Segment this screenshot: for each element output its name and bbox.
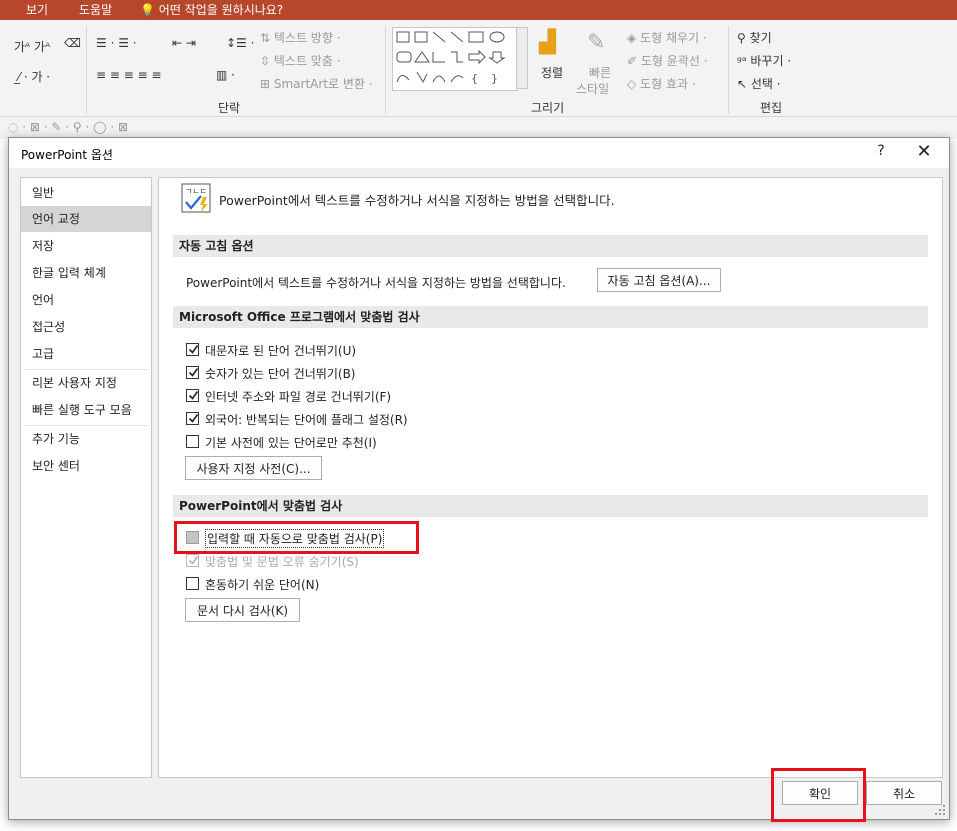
replace-button[interactable]: ᵍᵃ 바꾸기 · <box>737 52 791 69</box>
ribbon-separator <box>728 26 729 114</box>
nav-item-customize-ribbon[interactable]: 리본 사용자 지정 <box>21 370 151 396</box>
checkbox[interactable] <box>186 366 199 379</box>
shapes-icon: {} <box>396 31 506 85</box>
autocorrect-desc: PowerPoint에서 텍스트를 수정하거나 서식을 지정하는 방법을 선택합… <box>186 276 566 290</box>
highlight-box-ok <box>771 768 866 822</box>
recheck-document-button[interactable]: 문서 다시 검사(K) <box>185 598 300 622</box>
svg-text:}: } <box>491 72 498 85</box>
close-icon: ✕ <box>916 141 932 162</box>
checkmark-icon <box>188 368 199 377</box>
quick-format-bar: ◌ · ⊠ · ✎ · ⚲ · ◯ · ⊠ <box>0 117 957 139</box>
content-header: PowerPoint에서 텍스트를 수정하거나 서식을 지정하는 방법을 선택합… <box>219 193 615 208</box>
checkmark-icon <box>188 345 199 354</box>
find-button[interactable]: ⚲ 찾기 <box>737 29 772 46</box>
group-drawing-label: 그리기 <box>531 101 565 115</box>
smartart-button[interactable]: ⊞ SmartArt로 변환 · <box>260 75 373 92</box>
checkmark-icon <box>188 556 199 565</box>
nav-item-save[interactable]: 저장 <box>21 233 151 259</box>
bullets-icon[interactable]: ☰ · ☰ · <box>96 36 137 50</box>
quick-styles-button[interactable]: 빠른 <box>589 64 611 81</box>
nav-item-proofing[interactable]: 언어 교정 <box>21 206 151 232</box>
resize-grip-icon[interactable] <box>934 804 946 816</box>
tell-me-text: 어떤 작업을 원하시나요? <box>158 3 284 17</box>
clear-format-icon[interactable]: ⌫ <box>64 36 81 50</box>
ribbon: 가ᴬ 가ᴬ ⌫ ⁄̲ · 가 · ☰ · ☰ · ⇤ ⇥ ↕☰ · ≡ ≡ ≡ … <box>0 20 957 117</box>
nav-item-language[interactable]: 언어 <box>21 287 151 313</box>
svg-text:{: { <box>471 72 478 85</box>
help-button[interactable]: ? <box>871 143 891 159</box>
checkbox[interactable] <box>186 577 199 590</box>
section-office-spelling: Microsoft Office 프로그램에서 맞춤법 검사 <box>173 306 928 328</box>
close-button[interactable]: ✕ <box>909 140 939 164</box>
checkbox[interactable] <box>186 412 199 425</box>
tab-view[interactable]: 보기 <box>26 1 48 18</box>
tell-me-box[interactable]: 💡 어떤 작업을 원하시나요? <box>140 1 283 18</box>
nav-item-trust-center[interactable]: 보안 센터 <box>21 453 151 479</box>
columns-icon[interactable]: ▥ · <box>216 68 235 82</box>
nav-item-general[interactable]: 일반 <box>21 180 151 206</box>
align-icons[interactable]: ≡ ≡ ≡ ≡ ≡ <box>96 68 162 82</box>
nav-item-korean-ime[interactable]: 한글 입력 체계 <box>21 260 151 286</box>
tab-help[interactable]: 도움말 <box>79 1 112 18</box>
highlight-icon[interactable]: ⁄̲ · 가 · <box>18 68 50 85</box>
proofing-abc-icon: ㄱㄴㄷ <box>181 183 211 213</box>
shape-effects-button[interactable]: ◇ 도형 효과 · <box>627 75 696 92</box>
nav-item-add-ins[interactable]: 추가 기능 <box>21 426 151 452</box>
format-tools-icon: ◌ · ⊠ · ✎ · ⚲ · ◯ · ⊠ <box>8 120 129 134</box>
font-size-grow-icon[interactable]: 가ᴬ 가ᴬ <box>14 38 50 55</box>
nav-item-accessibility[interactable]: 접근성 <box>21 314 151 340</box>
cancel-button[interactable]: 취소 <box>866 781 942 805</box>
checkbox[interactable] <box>186 435 199 448</box>
nav-item-quick-access-toolbar[interactable]: 빠른 실행 도구 모음 <box>21 397 151 423</box>
shape-outline-button[interactable]: ✐ 도형 윤곽선 · <box>627 52 708 69</box>
checkbox <box>186 554 199 567</box>
options-nav: 일반 언어 교정 저장 한글 입력 체계 언어 접근성 고급 리본 사용자 지정… <box>20 177 152 778</box>
align-text-button[interactable]: ⇳ 텍스트 맞춤 · <box>260 52 341 69</box>
custom-dictionaries-button[interactable]: 사용자 지정 사전(C)... <box>185 456 322 480</box>
select-button[interactable]: ↖ 선택 · <box>737 75 781 92</box>
quick-styles-icon: ✎ <box>587 30 606 55</box>
line-spacing-icon[interactable]: ↕☰ · <box>226 36 254 50</box>
dialog-title: PowerPoint 옵션 <box>21 148 113 162</box>
autocorrect-options-button[interactable]: 자동 고침 옵션(A)... <box>597 268 721 292</box>
cursor-icon: ↖ <box>737 77 748 91</box>
section-powerpoint-spelling: PowerPoint에서 맞춤법 검사 <box>173 495 928 517</box>
nav-item-advanced[interactable]: 고급 <box>21 341 151 367</box>
highlight-box <box>174 521 419 554</box>
arrange-button[interactable]: 정렬 <box>541 64 563 81</box>
text-direction-button[interactable]: ⇅ 텍스트 방향 · <box>260 29 341 46</box>
ribbon-separator <box>86 26 87 114</box>
shapes-gallery[interactable]: {} <box>392 27 518 91</box>
quick-styles-button-2[interactable]: 스타일 <box>576 80 609 97</box>
dialog-titlebar: PowerPoint 옵션 ? ✕ <box>9 138 949 168</box>
search-icon: ⚲ <box>737 31 746 45</box>
replace-icon: ᵍᵃ <box>737 54 747 68</box>
ribbon-separator <box>385 26 386 114</box>
group-paragraph-label: 단락 <box>218 101 241 115</box>
shape-fill-button[interactable]: ◈ 도형 채우기 · <box>627 29 707 46</box>
indent-icon[interactable]: ⇤ ⇥ <box>172 36 196 50</box>
group-editing-label: 편집 <box>760 101 783 115</box>
options-dialog: PowerPoint 옵션 ? ✕ 일반 언어 교정 저장 한글 입력 체계 언… <box>8 137 950 822</box>
options-content: ㄱㄴㄷ PowerPoint에서 텍스트를 수정하거나 서식을 지정하는 방법을… <box>158 177 943 778</box>
checkmark-icon <box>188 391 199 400</box>
checkmark-icon <box>188 414 199 423</box>
checkbox[interactable] <box>186 389 199 402</box>
section-autocorrect: 자동 고침 옵션 <box>173 235 928 257</box>
lightbulb-icon: 💡 <box>140 3 155 17</box>
gallery-scroll[interactable] <box>516 27 528 89</box>
checkbox[interactable] <box>186 343 199 356</box>
svg-text:ㄱㄴㄷ: ㄱㄴㄷ <box>185 187 207 196</box>
ribbon-tab-bar: 보기 도움말 💡 어떤 작업을 원하시나요? <box>0 0 957 20</box>
arrange-icon: ▟ <box>539 30 556 55</box>
